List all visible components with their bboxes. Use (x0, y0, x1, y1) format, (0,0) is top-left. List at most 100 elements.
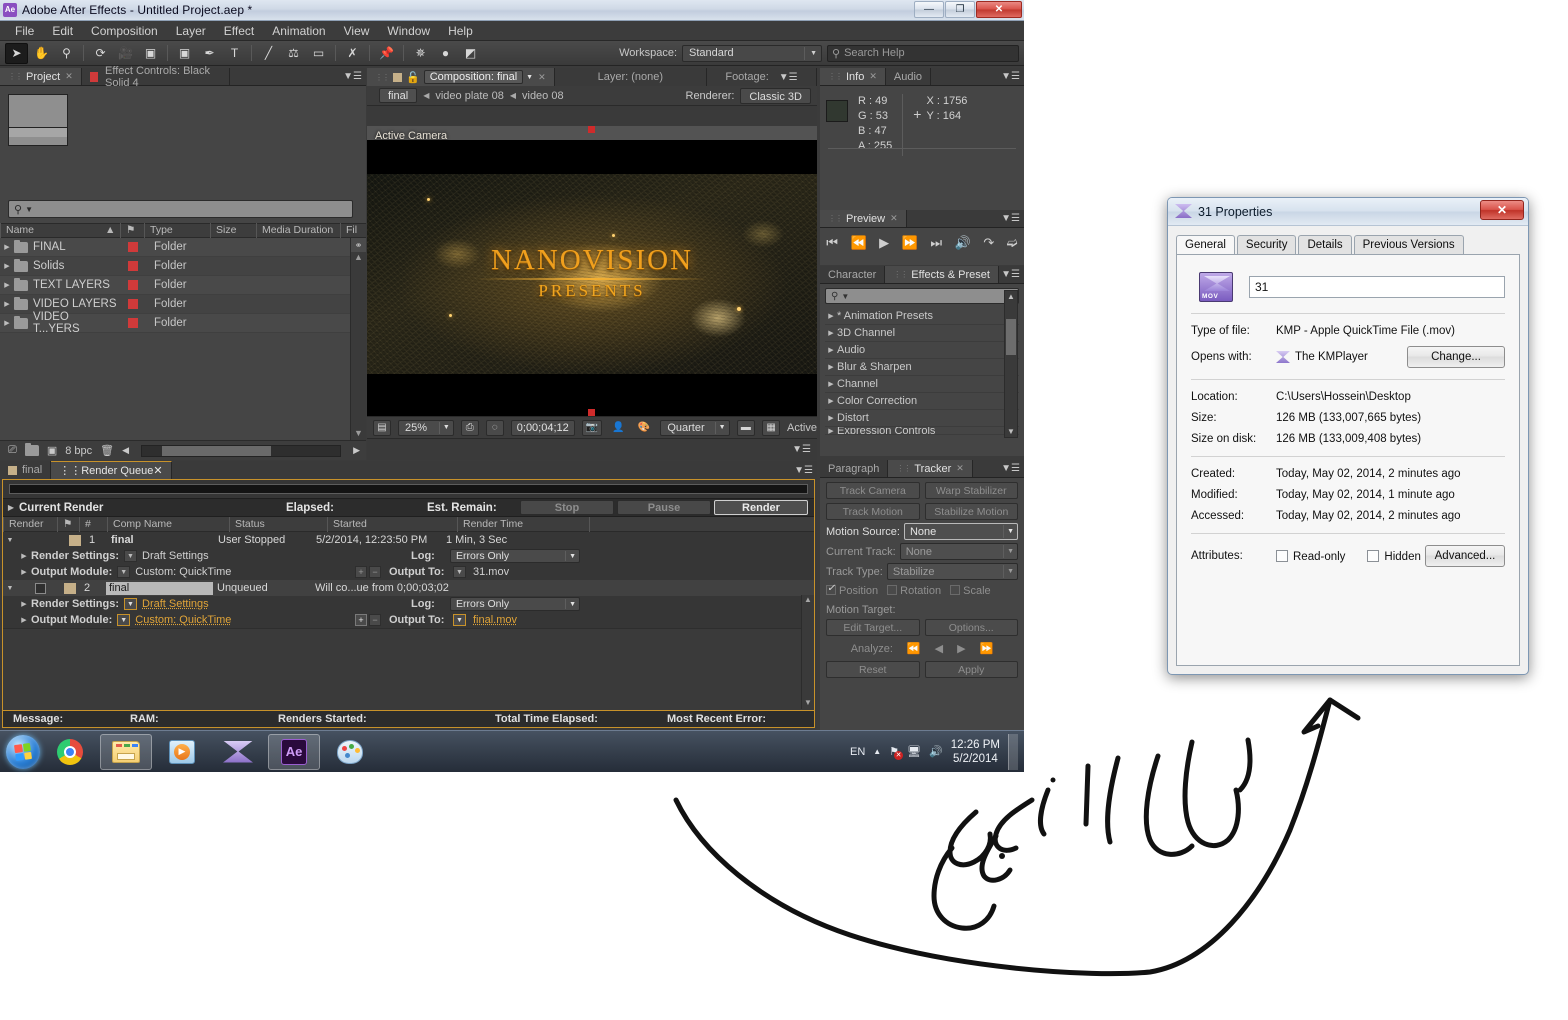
add-output-module-icon[interactable]: + (355, 566, 367, 578)
view-state-label[interactable]: Active (787, 422, 817, 434)
title-action-safe-icon[interactable]: ⎙ (460, 419, 479, 436)
label-color-swatch[interactable] (128, 261, 138, 271)
label-color-swatch[interactable] (128, 242, 138, 252)
pen-tool[interactable]: ✒ (198, 43, 221, 64)
selection-tool[interactable]: ➤ (5, 42, 28, 64)
column-started[interactable]: Started (327, 516, 457, 532)
close-button[interactable]: ✕ (976, 1, 1022, 18)
scroll-right-icon[interactable]: ▶ (353, 445, 360, 456)
lock-icon[interactable]: 🔓 (406, 71, 420, 84)
disclosure-triangle-icon[interactable]: ▶ (825, 363, 837, 371)
render-button[interactable]: Render (714, 500, 808, 515)
play-icon[interactable]: ▶ (879, 235, 889, 251)
log-select[interactable]: Errors Only ▼ (450, 597, 580, 611)
tab-audio[interactable]: Audio (885, 68, 932, 85)
tab-previous-versions[interactable]: Previous Versions (1353, 235, 1464, 254)
scroll-left-icon[interactable]: ◀ (122, 445, 129, 456)
output-module-value[interactable]: Custom: QuickTime (135, 614, 231, 626)
channel-rgb-icon[interactable]: 🎨 (635, 420, 654, 436)
track-camera-button[interactable]: Track Camera (826, 482, 920, 499)
panel-menu-icon[interactable]: ▼☰ (1001, 463, 1020, 474)
menu-effect[interactable]: Effect (215, 21, 263, 41)
puppet-pin-tool[interactable]: 📌 (375, 43, 398, 64)
add-output-module-icon[interactable]: + (355, 614, 367, 626)
hand-tool[interactable]: ✋ (30, 43, 53, 64)
chevron-down-icon[interactable]: ▼ (526, 74, 533, 81)
camera-tool[interactable]: 🎥 (114, 43, 137, 64)
tab-project[interactable]: ⋮⋮ Project ✕ (0, 68, 82, 85)
menu-animation[interactable]: Animation (263, 21, 334, 41)
label-color-swatch[interactable] (64, 582, 76, 594)
track-motion-button[interactable]: Track Motion (826, 503, 920, 520)
label-color-swatch[interactable] (128, 299, 138, 309)
loop-icon[interactable]: ↷ (983, 235, 994, 251)
menu-composition[interactable]: Composition (82, 21, 167, 41)
dialog-close-button[interactable]: ✕ (1480, 200, 1524, 220)
list-item[interactable]: ▶ FINAL Folder (0, 238, 350, 257)
taskbar-media-player[interactable]: ▶ (156, 734, 208, 770)
menu-help[interactable]: Help (439, 21, 482, 41)
scroll-down-icon[interactable]: ▼ (802, 698, 814, 707)
position-checkbox[interactable]: Position (826, 583, 878, 597)
ram-preview-icon[interactable]: ➫ (1007, 235, 1018, 251)
list-item[interactable]: ▶ Expression Controls (825, 427, 1019, 435)
next-frame-icon[interactable]: ⏩ (902, 235, 918, 251)
tab-effects-presets[interactable]: ⋮⋮ Effects & Preset (885, 266, 999, 283)
tab-final-timeline[interactable]: final (0, 461, 52, 479)
snapshot-camera-icon[interactable]: 📷 (581, 419, 603, 436)
list-item[interactable]: ▶ VIDEO T...YERS Folder (0, 311, 350, 335)
taskbar-after-effects[interactable]: Ae (268, 733, 320, 770)
scroll-up-icon[interactable]: ▲ (351, 252, 366, 262)
analyze-one-back-icon[interactable]: ⏪ (907, 642, 921, 655)
item-comp-name[interactable]: final (106, 581, 213, 595)
shape-tool[interactable]: ▣ (173, 43, 196, 64)
disclosure-triangle-icon[interactable]: ▶ (0, 319, 14, 327)
current-track-select[interactable]: None ▼ (899, 543, 1018, 560)
close-icon[interactable]: ✕ (538, 72, 546, 83)
tab-preview[interactable]: ⋮⋮ Preview ✕ (820, 210, 907, 227)
show-hidden-icons-icon[interactable]: ▲ (873, 747, 881, 756)
workspace-select[interactable]: Standard ▼ (682, 44, 822, 62)
scrollbar-thumb[interactable] (161, 445, 271, 456)
new-folder-icon[interactable] (24, 443, 39, 456)
project-vertical-scrollbar[interactable]: ⚭ ▲ ▼ (350, 238, 366, 440)
effects-vertical-scrollbar[interactable]: ▲ ▼ (1004, 290, 1018, 438)
render-settings-dropdown-icon[interactable]: ▼ (124, 550, 138, 562)
scroll-up-icon[interactable]: ▲ (802, 595, 814, 604)
bit-depth-label[interactable]: 8 bpc (65, 445, 92, 457)
close-icon[interactable]: ✕ (890, 213, 898, 224)
output-to-dropdown-icon[interactable]: ▼ (453, 614, 466, 626)
track-type-select[interactable]: Stabilize ▼ (886, 563, 1018, 580)
panel-menu-icon[interactable]: ▼☰ (1001, 269, 1020, 280)
stabilize-motion-button[interactable]: Stabilize Motion (924, 503, 1018, 520)
disclosure-triangle-icon[interactable]: ▶ (825, 329, 837, 337)
display-icon[interactable]: 🖥 (907, 745, 921, 758)
panel-menu-icon[interactable]: ▼☰ (794, 465, 813, 476)
render-checkbox[interactable] (35, 582, 46, 594)
panel-menu-icon[interactable]: ▼☰ (1001, 213, 1020, 224)
label-color-swatch[interactable] (128, 318, 138, 328)
analyze-backward-icon[interactable]: ◀ (935, 642, 943, 655)
minimize-button[interactable]: — (914, 1, 944, 18)
render-settings-value[interactable]: Draft Settings (142, 598, 209, 610)
new-composition-icon[interactable]: ⎚ (8, 444, 17, 457)
last-frame-icon[interactable]: ⏭ (930, 235, 942, 251)
analyze-one-forward-icon[interactable]: ⏩ (980, 642, 994, 655)
disclosure-triangle-icon[interactable]: ▶ (0, 300, 14, 308)
start-button[interactable] (6, 734, 40, 769)
output-to-dropdown-icon[interactable]: ▼ (453, 566, 466, 578)
list-item[interactable]: ▶ Channel (825, 376, 1019, 393)
panel-menu-icon[interactable]: ▼☰ (1001, 71, 1020, 82)
apply-button[interactable]: Apply (924, 661, 1018, 678)
close-icon[interactable]: ✕ (153, 464, 162, 477)
show-desktop-button[interactable] (1008, 733, 1018, 770)
edit-target-button[interactable]: Edit Target... (826, 619, 920, 636)
column-size[interactable]: Size (210, 223, 256, 238)
menu-file[interactable]: File (6, 21, 43, 41)
transparency-grid-icon[interactable]: ▦ (762, 419, 781, 436)
tab-tracker[interactable]: ⋮⋮ Tracker ✕ (888, 460, 973, 477)
column-status[interactable]: Status (229, 516, 327, 532)
tab-paragraph[interactable]: Paragraph (820, 460, 889, 477)
breadcrumb-item-video-plate[interactable]: video plate 08 (435, 90, 504, 102)
label-color-swatch[interactable] (69, 534, 81, 546)
